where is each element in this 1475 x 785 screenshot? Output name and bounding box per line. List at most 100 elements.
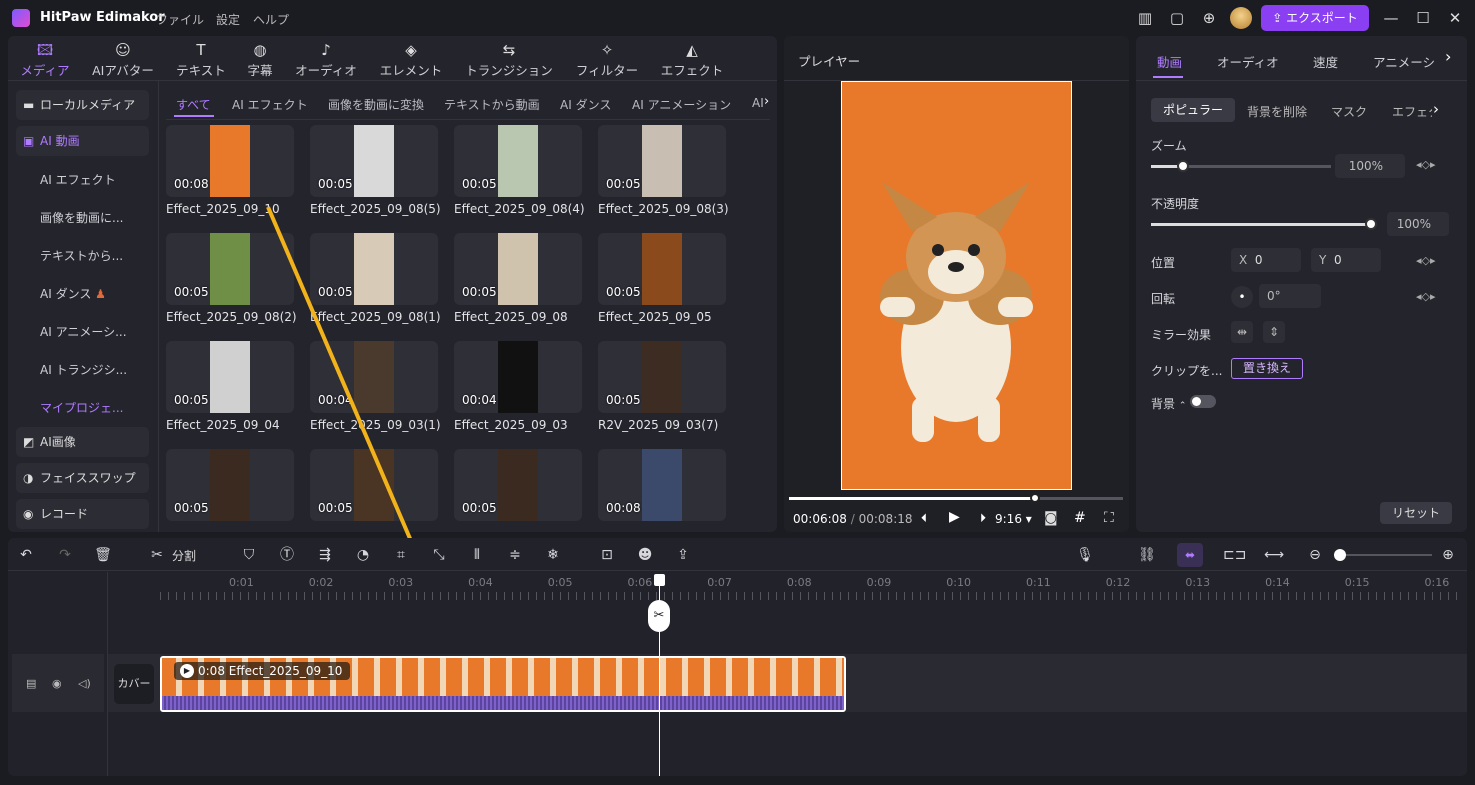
opacity-input[interactable]: 100% <box>1387 212 1449 236</box>
shield-icon[interactable]: ⛉ <box>240 546 258 564</box>
ruler-tick-label: 0:01 <box>229 576 254 589</box>
clip-label-tag: ▶ 0:08 Effect_2025_09_10 <box>174 662 351 680</box>
adjust-icon[interactable]: ≑ <box>506 546 524 564</box>
opacity-label: 不透明度 <box>1151 197 1200 211</box>
video-clip[interactable]: ▶ 0:08 Effect_2025_09_10 <box>160 656 846 712</box>
rtab-audio[interactable]: オーディオ <box>1217 52 1279 71</box>
player-scrubber-knob[interactable] <box>1030 493 1040 503</box>
position-keyframe-icon[interactable]: ◂◇▸ <box>1416 254 1436 267</box>
timeline-ruler <box>160 592 1460 600</box>
position-y-input[interactable]: Y 0 <box>1311 248 1381 272</box>
zoom-value: 100% <box>1348 159 1383 173</box>
rtab-video[interactable]: 動画 <box>1157 52 1182 71</box>
crop-icon[interactable]: ⌗ <box>392 546 410 564</box>
play-icon[interactable]: ▶ <box>949 509 960 525</box>
playhead-handle[interactable] <box>654 574 665 586</box>
face-icon[interactable]: ☻ <box>636 546 654 564</box>
next-frame-icon[interactable]: ⏵ <box>980 511 986 526</box>
rotation-input[interactable]: 0° <box>1259 284 1321 308</box>
timeline-zoom-slider[interactable] <box>1334 549 1432 561</box>
split-label[interactable]: 分割 <box>172 547 196 564</box>
current-time: 00:06:08 <box>793 512 847 526</box>
prev-frame-icon[interactable]: ⏴ <box>921 511 927 526</box>
undo-icon[interactable]: ↶ <box>17 546 35 564</box>
speed-icon[interactable]: ◔ <box>354 546 372 564</box>
track-visibility-icon[interactable]: ◉ <box>52 677 62 690</box>
rtab-next-icon[interactable]: › <box>1445 47 1451 66</box>
position-label: 位置 <box>1151 256 1176 270</box>
position-x-input[interactable]: X 0 <box>1231 248 1301 272</box>
zoom-in-icon[interactable]: ⊕ <box>1439 546 1457 564</box>
flip-vertical-icon[interactable]: ⇕ <box>1263 321 1285 343</box>
background-label: 背景 ⌃ <box>1151 395 1186 412</box>
rtab-speed[interactable]: 速度 <box>1313 52 1338 71</box>
rtab-divider <box>1136 80 1467 81</box>
split-icon[interactable]: ✂ <box>148 546 166 564</box>
subtab-effect[interactable]: エフェク <box>1392 103 1432 120</box>
snapshot-icon[interactable]: ◙ <box>1044 510 1058 526</box>
zoom-slider[interactable] <box>1151 160 1331 172</box>
clip-label: 0:08 Effect_2025_09_10 <box>198 664 343 678</box>
playhead-split-icon[interactable]: ✂ <box>648 600 670 632</box>
opacity-slider-fill <box>1151 223 1371 226</box>
rotation-keyframe-icon[interactable]: ◂◇▸ <box>1416 290 1436 303</box>
zoom-keyframe-icon[interactable]: ◂◇▸ <box>1416 158 1436 171</box>
opacity-value: 100% <box>1396 217 1431 231</box>
zoom-out-icon[interactable]: ⊖ <box>1306 546 1324 564</box>
player-progress-fill <box>789 497 1036 500</box>
clip-play-icon: ▶ <box>180 664 194 678</box>
snap-icon[interactable]: ⬌ <box>1177 543 1203 567</box>
ruler-tick-label: 0:08 <box>786 576 812 589</box>
timeline-zoom-knob[interactable] <box>1334 549 1346 561</box>
y-value: 0 <box>1333 253 1342 267</box>
total-time: 00:08:18 <box>858 512 913 526</box>
track-lock-icon[interactable]: ▤ <box>26 677 36 690</box>
ruler-tick-label: 0:07 <box>707 576 732 589</box>
ruler-tick-label: 0:10 <box>946 576 971 589</box>
export-clip-icon[interactable]: ⇪ <box>674 546 692 564</box>
rotation-label: 回転 <box>1151 292 1176 306</box>
ruler-tick-label: 0:15 <box>1344 576 1370 589</box>
background-label-text: 背景 <box>1151 397 1176 411</box>
subtab-mask[interactable]: マスク <box>1331 103 1367 120</box>
replace-button[interactable]: 置き換え <box>1231 358 1303 379</box>
flip-horizontal-icon[interactable]: ⇹ <box>1231 321 1253 343</box>
preview-canvas[interactable] <box>841 81 1072 490</box>
delete-icon[interactable]: 🗑 <box>94 546 112 564</box>
freeze-icon[interactable]: ❄ <box>544 546 562 564</box>
y-label: Y <box>1319 253 1327 267</box>
reset-button[interactable]: リセット <box>1380 502 1452 524</box>
fullscreen-icon[interactable]: ⛶ <box>1104 510 1114 526</box>
redo-icon[interactable]: ↷ <box>56 546 74 564</box>
corgi-preview-image <box>880 182 1033 442</box>
subtab-remove-bg[interactable]: 背景を削除 <box>1247 103 1307 120</box>
rotation-dial-icon[interactable]: • <box>1231 286 1253 308</box>
microphone-icon[interactable]: 🎙 <box>1076 546 1094 564</box>
zoom-input[interactable]: 100% <box>1335 154 1405 178</box>
aspect-ratio-select[interactable]: 9:16 ▾ <box>995 512 1032 526</box>
text-box-icon[interactable]: Ⓣ <box>278 546 296 564</box>
background-toggle[interactable] <box>1190 395 1216 408</box>
add-text-icon[interactable]: ⊡ <box>598 546 616 564</box>
subtab-next-icon[interactable]: › <box>1433 100 1439 118</box>
player-progress-track[interactable] <box>789 493 1123 503</box>
grid-icon[interactable]: # <box>1074 510 1086 526</box>
subtab-popular[interactable]: ポピュラー <box>1151 98 1235 122</box>
fit-icon[interactable]: ⟷ <box>1264 546 1284 564</box>
link-icon[interactable]: ⛓ <box>1138 546 1156 564</box>
resize-icon[interactable]: ⤡ <box>430 546 448 564</box>
ruler-tick-label: 0:09 <box>866 576 892 589</box>
opacity-slider[interactable] <box>1151 218 1377 230</box>
audio-split-icon[interactable]: ⇶ <box>316 546 334 564</box>
mirror-icon[interactable]: ⫴ <box>468 546 486 564</box>
cover-button[interactable]: カバー <box>114 664 154 704</box>
rtab-animation[interactable]: アニメーシ <box>1373 52 1435 71</box>
trim-icon[interactable]: ⊏⊐ <box>1223 546 1246 564</box>
time-separator: / <box>850 512 855 526</box>
track-audio-icon[interactable]: ◁) <box>78 677 91 690</box>
ruler-tick-label: 0:14 <box>1265 576 1290 589</box>
opacity-slider-knob[interactable] <box>1365 218 1377 230</box>
zoom-label: ズーム <box>1151 139 1187 153</box>
zoom-slider-knob[interactable] <box>1177 160 1189 172</box>
ruler-tick-label: 0:05 <box>547 576 573 589</box>
